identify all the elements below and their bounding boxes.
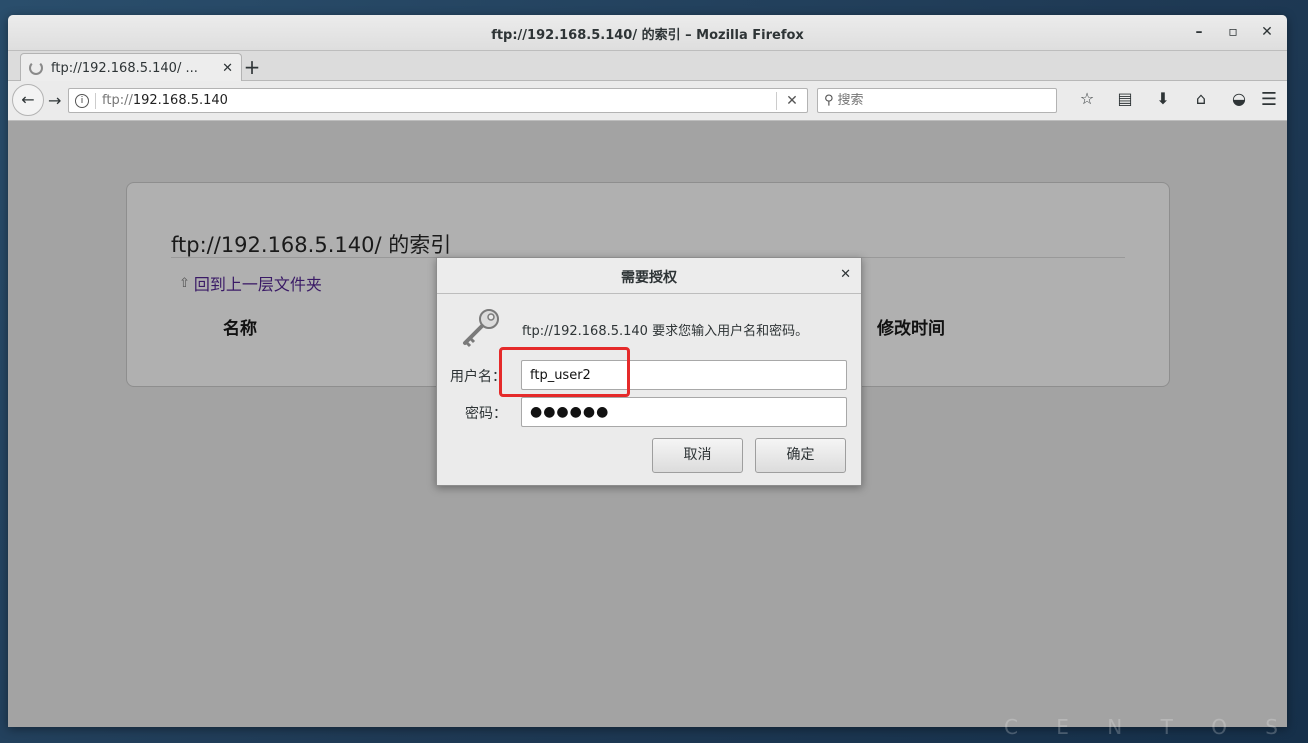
tab-label: ftp://192.168.5.140/ ... [51, 60, 198, 76]
title-bar: ftp://192.168.5.140/ 的索引 – Mozilla Firef… [8, 15, 1287, 51]
download-icon[interactable]: ⬇ [1144, 89, 1182, 108]
new-tab-icon[interactable]: + [242, 55, 262, 79]
url-host: 192.168.5.140 [132, 93, 228, 108]
loading-icon [29, 61, 43, 75]
up-arrow-icon: ⇧ [179, 275, 190, 291]
info-icon[interactable]: i [75, 93, 89, 108]
username-label: 用户名： [450, 369, 506, 385]
maximize-icon[interactable]: ▫ [1223, 22, 1243, 42]
home-icon[interactable]: ⌂ [1182, 89, 1220, 108]
url-text[interactable]: ftp://192.168.5.140 [102, 93, 776, 108]
forward-icon[interactable]: → [48, 91, 61, 110]
dialog-close-icon[interactable]: ✕ [840, 267, 851, 282]
parent-directory-link[interactable]: ⇧ 回到上一层文件夹 [179, 271, 322, 295]
username-field[interactable] [521, 360, 847, 390]
ok-button[interactable]: 确定 [755, 438, 846, 473]
parent-directory-label[interactable]: 回到上一层文件夹 [194, 271, 322, 295]
url-divider [95, 92, 96, 109]
page-title: ftp://192.168.5.140/ 的索引 [171, 233, 452, 257]
menu-icon[interactable]: ☰ [1261, 89, 1277, 110]
url-protocol: ftp:// [102, 93, 133, 108]
dialog-header: 需要授权 ✕ [437, 258, 861, 294]
desktop-watermark: C E N T O S [1003, 715, 1294, 739]
key-icon [463, 309, 499, 348]
minimize-icon[interactable]: – [1189, 22, 1209, 42]
search-input[interactable] [837, 93, 1038, 108]
pocket-icon[interactable]: ◒ [1220, 89, 1258, 108]
cancel-button[interactable]: 取消 [652, 438, 743, 473]
auth-dialog: 需要授权 ✕ ftp://192.168.5.140 要求您输入用户名和密码。 … [436, 257, 862, 486]
column-header-modified[interactable]: 修改时间 [877, 314, 945, 339]
bookmark-star-icon[interactable]: ☆ [1068, 89, 1106, 108]
navigation-toolbar: ← → i ftp://192.168.5.140 ✕ ⚲ ☆ ▤ ⬇ ⌂ ◒ … [8, 81, 1287, 121]
reader-view-icon[interactable]: ▤ [1106, 89, 1144, 108]
clear-url-icon[interactable]: ✕ [777, 93, 807, 109]
close-tab-icon[interactable]: ✕ [222, 61, 233, 76]
search-icon: ⚲ [824, 93, 834, 108]
password-field[interactable]: ●●●●●● [521, 397, 847, 427]
dialog-title: 需要授权 [621, 270, 677, 286]
tab-strip: ftp://192.168.5.140/ ... ✕ + [8, 51, 1287, 82]
url-bar[interactable]: i ftp://192.168.5.140 ✕ [68, 88, 808, 113]
password-label: 密码： [465, 406, 507, 422]
tab-ftp[interactable]: ftp://192.168.5.140/ ... ✕ [20, 53, 242, 82]
window-title: ftp://192.168.5.140/ 的索引 – Mozilla Firef… [491, 28, 804, 43]
auth-prompt: ftp://192.168.5.140 要求您输入用户名和密码。 [522, 324, 809, 339]
search-box[interactable]: ⚲ [817, 88, 1057, 113]
back-icon[interactable]: ← [12, 84, 44, 116]
column-header-name[interactable]: 名称 [223, 314, 257, 339]
close-window-icon[interactable]: ✕ [1257, 22, 1277, 42]
